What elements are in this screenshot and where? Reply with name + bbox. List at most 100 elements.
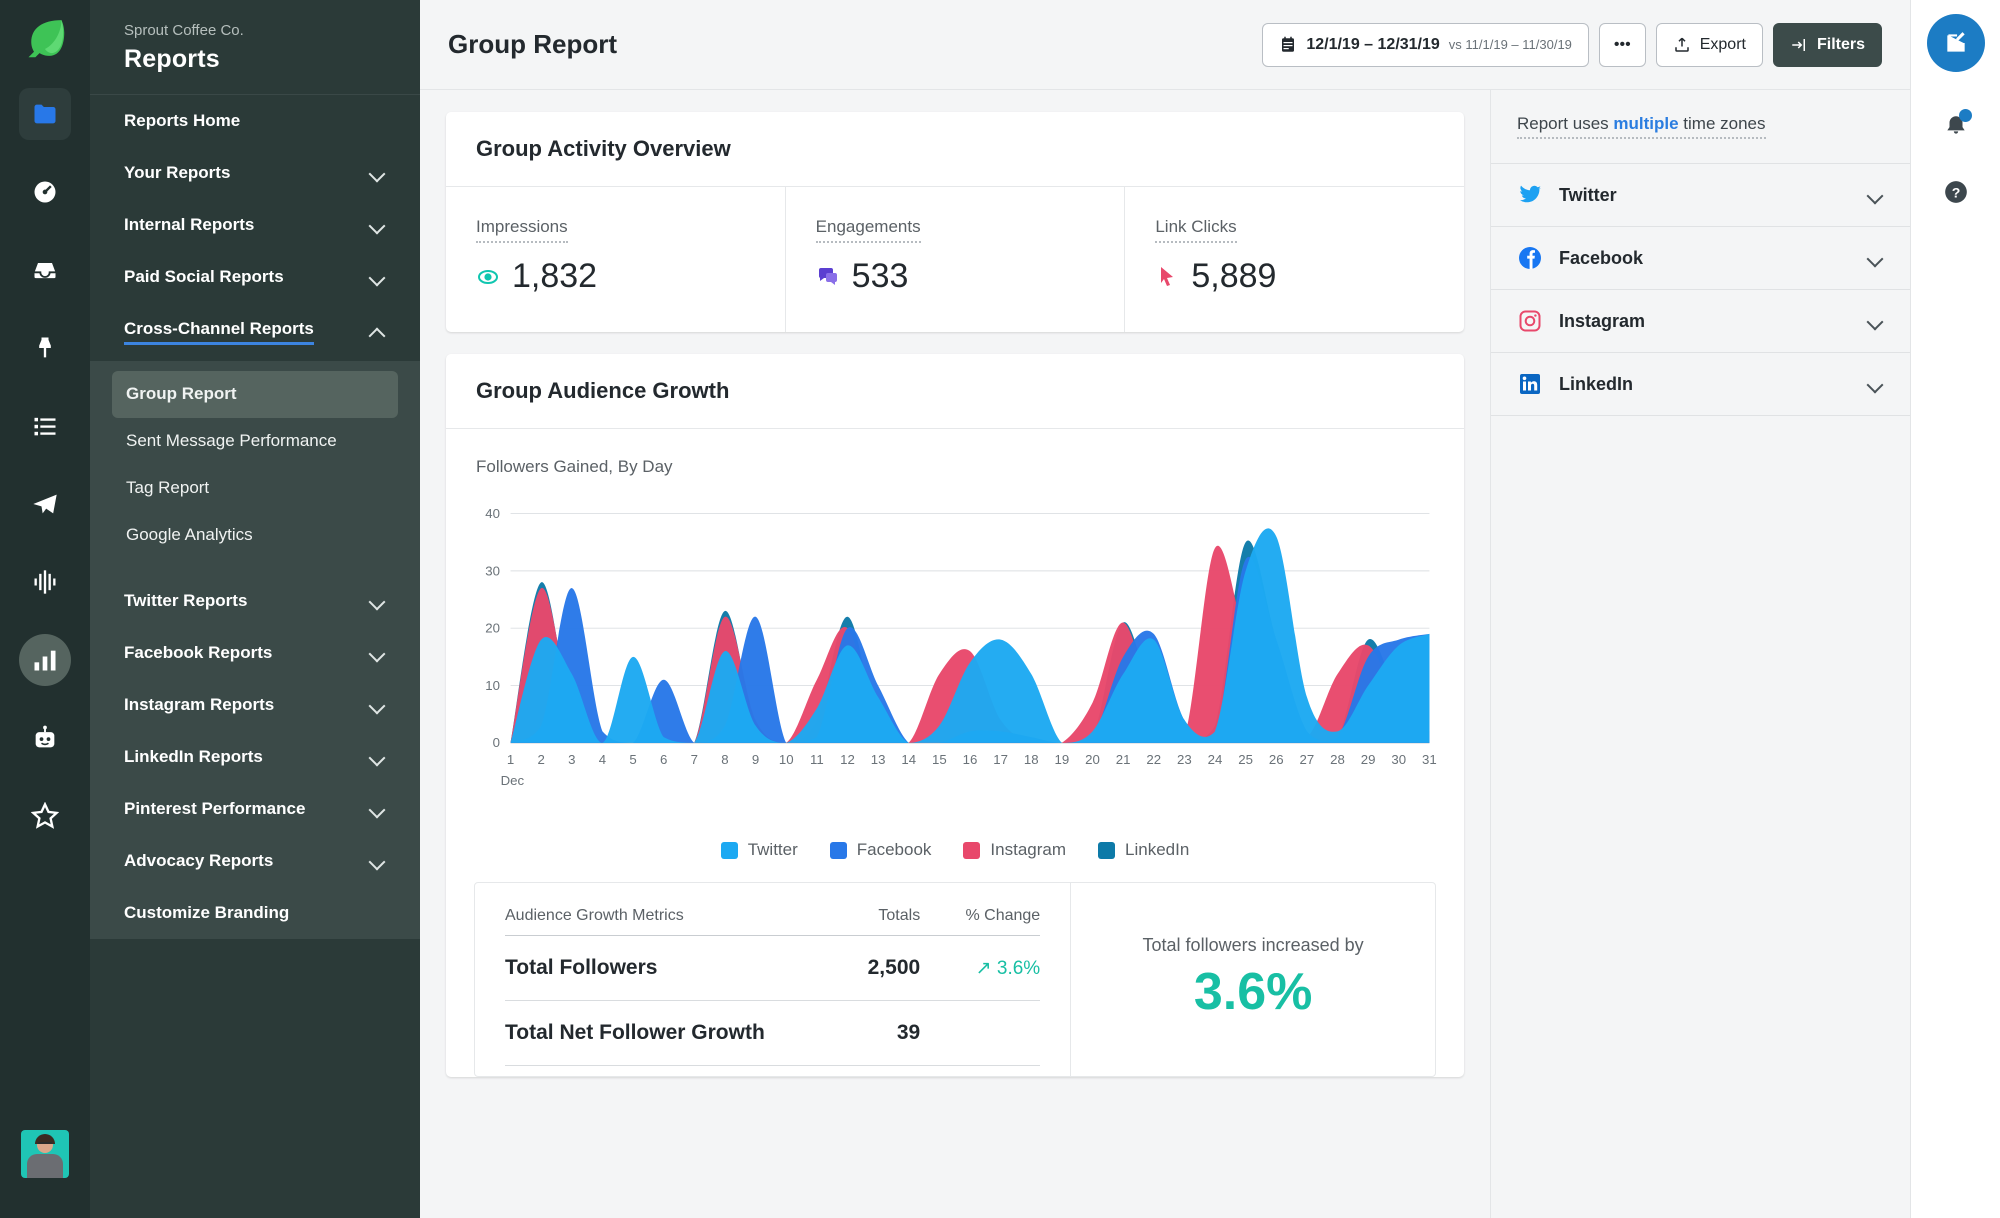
sidebar-item-instagram-reports[interactable]: Instagram Reports [124, 679, 386, 731]
legend-item-instagram[interactable]: Instagram [963, 840, 1066, 860]
svg-text:28: 28 [1330, 752, 1345, 767]
sidebar-item-paid-social-reports[interactable]: Paid Social Reports [124, 251, 386, 303]
stats-row: Impressions 1,832 Engagements 533 Link C… [446, 187, 1464, 332]
rail-item-pin[interactable] [19, 322, 71, 374]
network-row-facebook[interactable]: Facebook [1491, 226, 1910, 289]
sidebar-item-label: Pinterest Performance [124, 798, 306, 818]
rail-item-reviews[interactable] [19, 790, 71, 842]
timezone-link[interactable]: multiple [1613, 114, 1678, 133]
chevron-down-icon[interactable] [1868, 313, 1884, 329]
sidebar-item-cross-channel-reports[interactable]: Cross-Channel Reports [124, 303, 386, 361]
help-button[interactable]: ? [1936, 172, 1976, 212]
svg-text:21: 21 [1116, 752, 1131, 767]
sidebar-item-twitter-reports[interactable]: Twitter Reports [124, 575, 386, 627]
chart-legend: Twitter Facebook Instagram LinkedIn [446, 822, 1464, 882]
audience-growth-plot[interactable]: 0102030401 2 3 4 5 6 7 8 9 10 11 12 13 14 15 16 17 18 19 20… [470, 487, 1440, 817]
stat-value-wrap: 1,832 [476, 257, 755, 296]
table-row: Total Followers 2,500 ↗ 3.6% [505, 936, 1041, 1001]
sidebar-item-label: LinkedIn Reports [124, 746, 263, 766]
sidebar-item-internal-reports[interactable]: Internal Reports [124, 199, 386, 251]
more-options-button[interactable]: ••• [1598, 22, 1646, 67]
notifications-button[interactable] [1936, 106, 1976, 146]
legend-item-facebook[interactable]: Facebook [829, 840, 932, 860]
stat-value-wrap: 533 [816, 257, 1095, 296]
metric-change [920, 1013, 1040, 1053]
ellipsis-icon: ••• [1613, 35, 1631, 53]
date-range-picker[interactable]: 12/1/19 – 12/31/19 vs 11/1/19 – 11/30/19 [1262, 22, 1589, 67]
audience-chart[interactable]: 0 10 20 30 40 1 2 3 4 5 6 7 8 9 10 11 12 13 14 15 16 17 18 19 20… [446, 487, 1464, 822]
export-button[interactable]: Export [1655, 22, 1763, 67]
stat-impressions: Impressions 1,832 [446, 187, 786, 332]
sidebar-item-label: Facebook Reports [124, 642, 273, 662]
facebook-icon [1517, 245, 1543, 271]
rail-item-analytics[interactable] [19, 634, 71, 686]
stat-label: Impressions [476, 217, 568, 243]
network-row-linkedin[interactable]: LinkedIn [1491, 352, 1910, 416]
rail-item-bot[interactable] [19, 712, 71, 764]
sidebar-item-facebook-reports[interactable]: Facebook Reports [124, 627, 386, 679]
sidebar-item-label: Advocacy Reports [124, 850, 274, 870]
rail-item-dashboard[interactable] [19, 166, 71, 218]
rail-item-publishing-folder[interactable] [19, 88, 71, 140]
svg-text:?: ? [1951, 184, 1960, 200]
callout-label: Total followers increased by [1142, 935, 1364, 955]
svg-text:40: 40 [485, 506, 500, 521]
sidebar-item-google-analytics[interactable]: Google Analytics [112, 512, 398, 559]
legend-item-linkedin[interactable]: LinkedIn [1098, 840, 1189, 860]
svg-text:22: 22 [1146, 752, 1161, 767]
utility-rail: ? [1910, 0, 2000, 1218]
metric-change-value: 3.6% [996, 957, 1041, 979]
sidebar-item-group-report[interactable]: Group Report [112, 371, 398, 418]
svg-text:16: 16 [963, 752, 978, 767]
network-row-twitter[interactable]: Twitter [1491, 163, 1910, 226]
timezone-suffix: time zones [1678, 114, 1766, 133]
compose-button[interactable] [1926, 14, 1985, 72]
group-activity-overview-title: Group Activity Overview [446, 112, 1464, 187]
avatar[interactable] [21, 1130, 69, 1178]
sidebar-item-customize-branding[interactable]: Customize Branding [124, 887, 386, 939]
date-range-value: 12/1/19 – 12/31/19 [1306, 35, 1440, 53]
sidebar-item-reports-home[interactable]: Reports Home [124, 95, 386, 147]
network-label: Twitter [1559, 184, 1617, 205]
chevron-down-icon [370, 749, 386, 765]
legend-label: Facebook [856, 840, 932, 859]
rail-item-list[interactable] [19, 400, 71, 452]
metric-total: 39 [896, 1021, 921, 1044]
svg-text:19: 19 [1055, 752, 1070, 767]
sidebar-item-sent-message-performance[interactable]: Sent Message Performance [112, 418, 398, 465]
chevron-down-icon [370, 165, 386, 181]
chevron-down-icon[interactable] [1868, 376, 1884, 392]
metrics-table: Audience Growth Metrics Totals % Change … [475, 883, 1070, 1076]
sidebar-item-label: Cross-Channel Reports [124, 319, 314, 345]
sidebar-item-tag-report[interactable]: Tag Report [112, 465, 398, 512]
svg-text:6: 6 [660, 752, 667, 767]
sidebar-item-pinterest-performance[interactable]: Pinterest Performance [124, 783, 386, 835]
sidebar-item-linkedin-reports[interactable]: LinkedIn Reports [124, 731, 386, 783]
rail-item-send[interactable] [19, 478, 71, 530]
app-root: Sprout Coffee Co. Reports Reports Home Y… [0, 0, 2000, 1218]
legend-label: Instagram [990, 840, 1067, 859]
legend-item-twitter[interactable]: Twitter [720, 840, 798, 860]
network-row-instagram[interactable]: Instagram [1491, 289, 1910, 352]
filters-button[interactable]: Filters [1772, 22, 1882, 67]
rail-item-inbox[interactable] [19, 244, 71, 296]
filters-icon [1792, 38, 1805, 51]
series-area-twitter [510, 528, 1430, 743]
rail-item-listening[interactable] [19, 556, 71, 608]
eye-icon [478, 269, 498, 284]
chevron-down-icon[interactable] [1868, 187, 1884, 203]
chevron-down-icon[interactable] [1868, 250, 1884, 266]
speech-bubble-icon [818, 267, 837, 285]
org-name: Sprout Coffee Co. [124, 22, 244, 39]
svg-text:27: 27 [1300, 752, 1315, 767]
sidebar-item-your-reports[interactable]: Your Reports [124, 147, 386, 199]
sidebar-item-advocacy-reports[interactable]: Advocacy Reports [124, 835, 386, 887]
svg-text:15: 15 [932, 752, 947, 767]
svg-text:20: 20 [485, 621, 500, 636]
sprout-leaf-logo[interactable] [23, 16, 67, 60]
chevron-down-icon [370, 645, 386, 661]
legend-swatch [1098, 841, 1116, 859]
group-audience-growth-card: Group Audience Growth Followers Gained, … [446, 354, 1464, 1077]
sidebar-item-label: Instagram Reports [124, 694, 275, 714]
stat-engagements: Engagements 533 [786, 187, 1126, 332]
